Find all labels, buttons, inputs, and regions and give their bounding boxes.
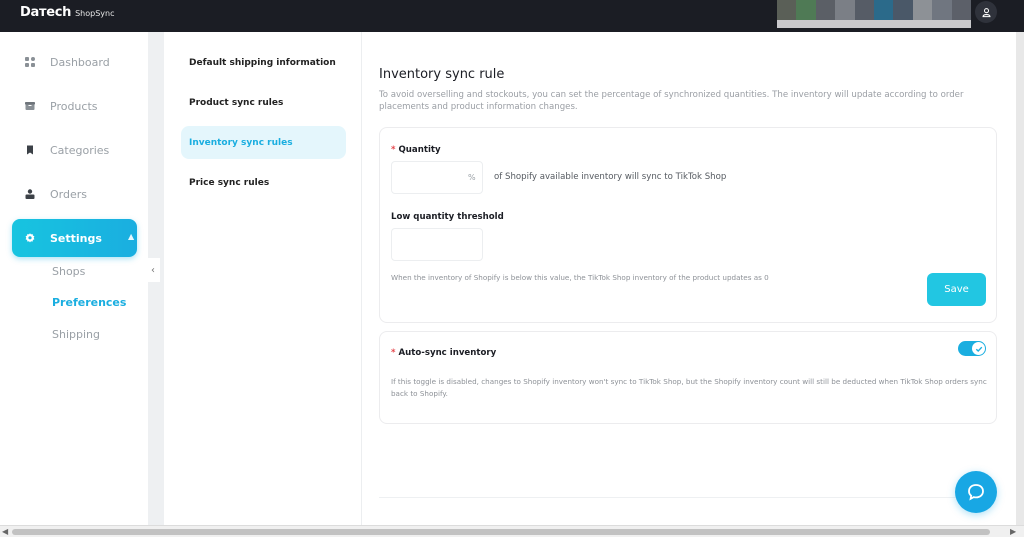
check-icon [975, 346, 982, 352]
main-sidebar: Dashboard Products Categories Orders Set… [0, 32, 148, 525]
brand-subtitle: ShopSync [75, 9, 115, 18]
user-icon [981, 7, 991, 17]
sidebar-subitem-preferences[interactable]: Preferences [52, 296, 126, 309]
settings-menu: Default shipping information Product syn… [164, 32, 362, 525]
sidebar-item-categories[interactable]: Categories [12, 131, 137, 169]
auto-sync-help: If this toggle is disabled, changes to S… [391, 377, 987, 398]
brand-name: Daтech [20, 5, 72, 20]
scroll-right-icon[interactable]: ▶ [1010, 527, 1016, 536]
chevron-up-icon: ▲ [128, 232, 135, 241]
redacted-area [777, 0, 972, 20]
page-title: Inventory sync rule [379, 67, 505, 82]
chevron-left-icon: ‹ [151, 264, 155, 276]
brand-logo[interactable]: Daтech ShopSync [20, 5, 114, 20]
scroll-left-icon[interactable]: ◀ [2, 527, 8, 536]
orders-icon [24, 188, 36, 200]
redacted-area-lower [777, 20, 971, 28]
sidebar-item-dashboard[interactable]: Dashboard [12, 43, 137, 81]
quantity-suffix-text: of Shopify available inventory will sync… [494, 172, 727, 182]
auto-sync-card: * Auto-sync inventory If this toggle is d… [379, 331, 997, 424]
sidebar-item-orders[interactable]: Orders [12, 175, 137, 213]
auto-sync-label-text: Auto-sync inventory [398, 348, 497, 358]
quantity-label-text: Quantity [398, 145, 441, 155]
low-threshold-label: Low quantity threshold [391, 212, 504, 222]
menu-item-inventory-sync[interactable]: Inventory sync rules [181, 126, 346, 159]
sidebar-subitem-shops[interactable]: Shops [52, 265, 85, 278]
low-threshold-input[interactable] [391, 228, 483, 261]
quantity-label: * Quantity [391, 145, 441, 155]
vertical-scrollbar[interactable] [1016, 32, 1024, 525]
collapse-sidebar-button[interactable]: ‹ [146, 258, 160, 282]
menu-item-price-sync[interactable]: Price sync rules [181, 166, 346, 199]
save-button[interactable]: Save [927, 273, 986, 306]
content-divider [379, 497, 979, 498]
sidebar-item-label: Orders [50, 187, 87, 201]
sidebar-item-label: Categories [50, 143, 110, 157]
percent-unit: % [468, 173, 476, 182]
horizontal-scrollbar[interactable]: ◀ ▶ [0, 525, 1024, 537]
required-mark: * [391, 348, 396, 358]
required-mark: * [391, 145, 396, 155]
sidebar-item-label: Products [50, 99, 98, 113]
main-content: Inventory sync rule To avoid overselling… [362, 32, 1016, 525]
toggle-knob [972, 342, 985, 355]
dashboard-grid-icon [24, 56, 36, 68]
top-bar: Daтech ShopSync [0, 0, 1024, 32]
sidebar-item-products[interactable]: Products [12, 87, 137, 125]
menu-item-product-sync[interactable]: Product sync rules [181, 86, 346, 119]
menu-item-default-shipping[interactable]: Default shipping information [181, 46, 346, 79]
chat-support-button[interactable] [955, 471, 997, 513]
sidebar-item-settings[interactable]: Settings ▲ [12, 219, 137, 257]
box-icon [24, 100, 36, 112]
page-description: To avoid overselling and stockouts, you … [379, 90, 964, 112]
gear-icon [24, 232, 36, 244]
auto-sync-toggle[interactable] [958, 341, 986, 356]
quantity-card: * Quantity % of Shopify available invento… [379, 127, 997, 323]
scrollbar-thumb[interactable] [12, 529, 990, 535]
auto-sync-label: * Auto-sync inventory [391, 348, 496, 358]
quantity-percent-input[interactable]: % [391, 161, 483, 194]
chat-bubble-icon [968, 484, 984, 501]
sidebar-item-label: Dashboard [50, 55, 110, 69]
bookmark-icon [24, 144, 36, 156]
low-threshold-help: When the inventory of Shopify is below t… [391, 273, 769, 282]
user-menu-button[interactable] [975, 1, 997, 23]
sidebar-subitem-shipping[interactable]: Shipping [52, 328, 100, 341]
sidebar-item-label: Settings [50, 231, 102, 245]
